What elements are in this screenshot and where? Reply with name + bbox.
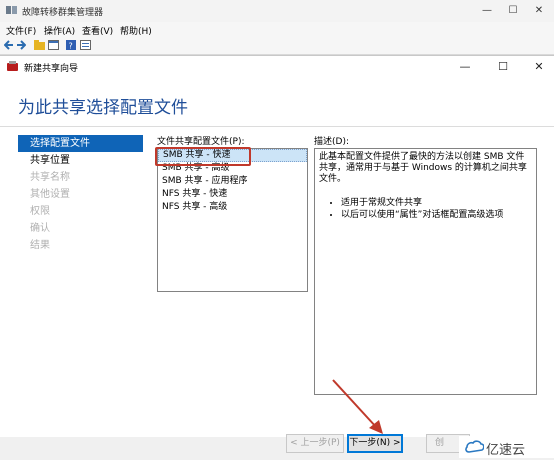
next-button[interactable]: 下一步(N) > [347,434,403,453]
page-title: 为此共享选择配置文件 [18,98,188,118]
back-arrow-icon[interactable] [4,40,14,50]
svg-text:?: ? [69,42,73,51]
close-button[interactable]: ✕ [530,3,548,19]
annotation-highlight-box [155,147,251,166]
menu-bar: 文件(F) 操作(A) 查看(V) 帮助(H) [0,22,554,37]
nav-step-permissions: 权限 [30,206,50,217]
profile-item-nfs-advanced[interactable]: NFS 共享 - 高级 [158,201,307,214]
menu-view[interactable]: 查看(V) [82,24,113,37]
profiles-label: 文件共享配置文件(P): [157,137,245,147]
nav-step-confirmation: 确认 [30,223,50,234]
nav-step-results: 结果 [30,240,50,251]
nav-step-select-profile[interactable]: 选择配置文件 [18,135,143,152]
wizard-body: 选择配置文件 共享位置 共享名称 其他设置 权限 确认 结果 文件共享配置文件(… [0,127,554,437]
description-bullet: 以后可以使用“属性”对话框配置高级选项 [341,209,541,221]
watermark: 亿速云 [459,436,554,458]
description-label: 描述(D): [314,137,349,147]
dialog-minimize-button[interactable]: — [456,58,474,76]
properties-icon[interactable] [80,40,91,50]
prev-button[interactable]: < 上一步(P) [286,434,344,453]
menu-help[interactable]: 帮助(H) [120,24,152,37]
nav-step-share-location[interactable]: 共享位置 [18,152,143,169]
app-title-bar: 故障转移群集管理器 — ☐ ✕ [0,0,554,22]
cloud-logo-icon [465,440,484,453]
minimize-button[interactable]: — [478,3,496,19]
profiles-listbox[interactable]: SMB 共享 - 快速 SMB 共享 - 高级 SMB 共享 - 应用程序 NF… [157,148,308,292]
description-bullet: 适用于常规文件共享 [341,197,541,209]
help-icon[interactable]: ? [66,40,76,50]
profile-item-nfs-quick[interactable]: NFS 共享 - 快速 [158,188,307,201]
toolbar: ? [0,37,554,55]
folder-icon[interactable] [34,40,45,50]
dialog-title: 新建共享向导 [24,64,79,74]
share-wizard-icon [7,61,18,71]
description-text: 此基本配置文件提供了最快的方法以创建 SMB 文件共享，通常用于与基于 Wind… [319,152,527,184]
description-bullets: 适用于常规文件共享 以后可以使用“属性”对话框配置高级选项 [329,197,541,221]
cluster-manager-icon [6,6,17,14]
new-share-wizard: 新建共享向导 — ☐ ✕ 为此共享选择配置文件 选择配置文件 共享位置 共享名称… [0,55,554,460]
wizard-step-nav: 选择配置文件 共享位置 共享名称 其他设置 权限 确认 结果 [18,135,143,254]
app-title: 故障转移群集管理器 [22,8,104,18]
dialog-title-bar: 新建共享向导 — ☐ ✕ [0,56,554,78]
console-icon[interactable] [48,40,59,50]
watermark-text: 亿速云 [486,443,526,458]
description-box: 此基本配置文件提供了最快的方法以创建 SMB 文件共享，通常用于与基于 Wind… [314,148,537,395]
forward-arrow-icon[interactable] [16,40,26,50]
nav-step-share-name: 共享名称 [30,172,70,183]
annotation-arrow-icon [332,379,383,434]
dialog-close-button[interactable]: ✕ [530,58,548,76]
maximize-button[interactable]: ☐ [504,3,522,19]
menu-action[interactable]: 操作(A) [44,24,75,37]
dialog-maximize-button[interactable]: ☐ [494,58,512,76]
nav-step-other-settings: 其他设置 [30,189,70,200]
wizard-header: 为此共享选择配置文件 [0,78,554,127]
profile-item-smb-applications[interactable]: SMB 共享 - 应用程序 [158,175,307,188]
menu-file[interactable]: 文件(F) [6,24,36,37]
